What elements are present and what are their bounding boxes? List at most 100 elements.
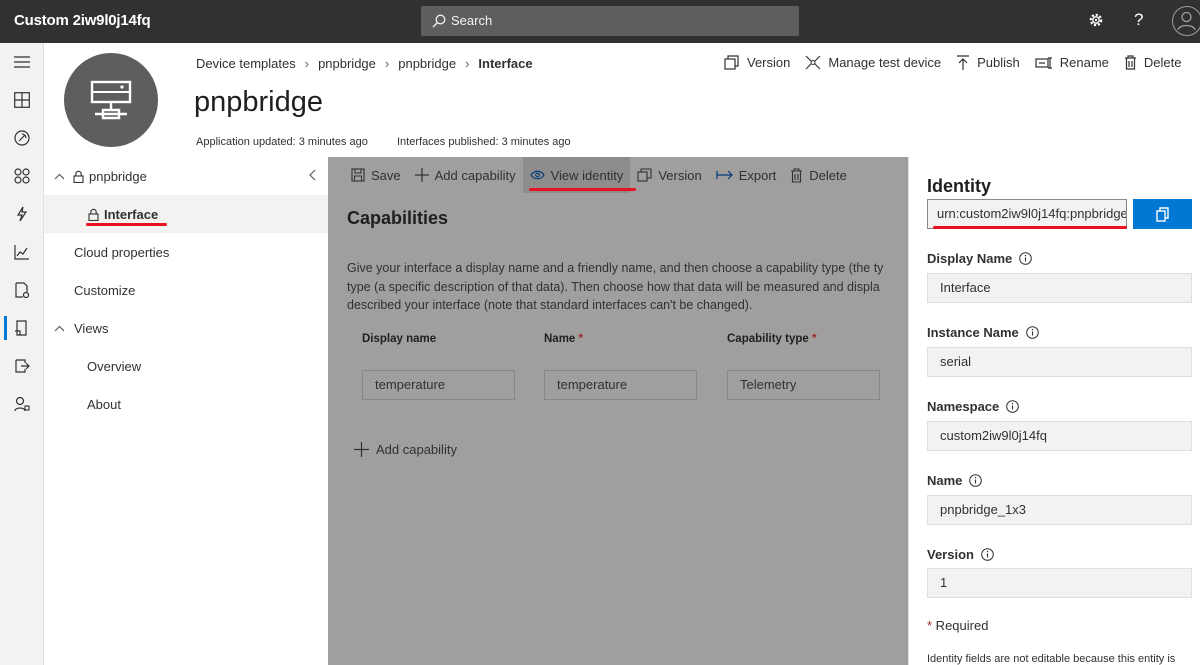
tree-item-overview[interactable]: Overview xyxy=(44,347,328,385)
tree-item-pnpbridge[interactable]: pnpbridge xyxy=(44,157,328,195)
capabilities-description: Give your interface a display name and a… xyxy=(347,261,884,312)
name-field[interactable]: pnpbridge_1x3 xyxy=(927,495,1192,525)
network-icon xyxy=(805,55,821,70)
highlight-underline xyxy=(86,223,167,226)
instance-name-label: Instance Name xyxy=(927,325,1039,340)
search-box[interactable]: Search xyxy=(421,6,799,36)
tree-item-customize[interactable]: Customize xyxy=(44,271,328,309)
tree-item-about[interactable]: About xyxy=(44,385,328,423)
instance-name-field[interactable]: serial xyxy=(927,347,1192,377)
delete-button[interactable]: Delete xyxy=(1124,55,1181,70)
device-templates-icon[interactable] xyxy=(0,309,44,347)
add-capability-button[interactable]: Add capability xyxy=(354,442,457,457)
export-button[interactable]: Export xyxy=(709,157,784,193)
gear-icon[interactable] xyxy=(1088,12,1104,28)
version-button[interactable]: Version xyxy=(724,55,790,70)
identity-urn-field[interactable]: urn:custom2iw9l0j14fq:pnpbridge_1x3:seri… xyxy=(927,199,1127,229)
chevron-right-icon: › xyxy=(384,56,390,71)
header-actions: Version Manage test device Publish Renam… xyxy=(724,55,1196,70)
rules-icon[interactable] xyxy=(0,195,44,233)
analytics-icon[interactable] xyxy=(0,233,44,271)
devices-icon[interactable] xyxy=(0,119,44,157)
jobs-icon[interactable] xyxy=(0,271,44,309)
version-label: Version xyxy=(927,547,994,562)
plus-icon xyxy=(414,168,429,182)
search-icon xyxy=(432,14,446,28)
eye-icon xyxy=(529,170,545,180)
tree-item-label: Interface xyxy=(104,206,159,222)
copy-icon xyxy=(1155,206,1170,222)
hamburger-icon[interactable] xyxy=(0,43,44,81)
version-field[interactable]: 1 xyxy=(927,568,1192,598)
name-label: Name xyxy=(927,473,983,488)
add-capability-toolbar-button[interactable]: Add capability xyxy=(408,157,523,193)
capabilities-editor: Save Add capability View identity Versio… xyxy=(328,157,908,665)
display-name-field[interactable]: Interface xyxy=(927,273,1192,303)
tree-item-label: pnpbridge xyxy=(89,168,147,184)
chevron-left-icon[interactable] xyxy=(309,169,316,181)
search-label: Search xyxy=(451,13,493,28)
publish-button[interactable]: Publish xyxy=(956,55,1020,70)
identity-panel: Identity urn:custom2iw9l0j14fq:pnpbridge… xyxy=(908,157,1200,665)
chevron-up-icon[interactable] xyxy=(54,173,65,180)
tree-item-interface[interactable]: Interface xyxy=(44,195,328,233)
breadcrumb-capability-model[interactable]: pnpbridge xyxy=(398,56,456,71)
capabilities-heading: Capabilities xyxy=(347,208,449,228)
capability-type-select[interactable]: Telemetry xyxy=(727,370,880,400)
chevron-right-icon: › xyxy=(304,56,310,71)
namespace-field[interactable]: custom2iw9l0j14fq xyxy=(927,421,1192,451)
export-arrow-icon xyxy=(716,170,733,180)
publish-icon xyxy=(956,55,970,70)
view-identity-button[interactable]: View identity xyxy=(522,157,636,193)
tree-item-cloud-properties[interactable]: Cloud properties xyxy=(44,233,328,271)
highlight-underline xyxy=(528,188,636,191)
display-name-label: Display Name xyxy=(927,251,1033,266)
app-title[interactable]: Custom 2iw9l0j14fq xyxy=(14,12,151,29)
name-input[interactable]: temperature xyxy=(544,370,697,400)
save-button[interactable]: Save xyxy=(328,157,408,193)
administration-icon[interactable] xyxy=(0,385,44,423)
plus-icon xyxy=(354,442,369,457)
avatar[interactable] xyxy=(1172,6,1200,36)
help-icon[interactable]: ? xyxy=(1134,10,1143,30)
highlight-underline xyxy=(933,226,1127,229)
template-tree: pnpbridge Interface Cloud properties Cus… xyxy=(44,157,328,665)
info-icon[interactable] xyxy=(981,548,994,561)
column-header-display-name: Display name xyxy=(362,333,437,345)
chevron-up-icon[interactable] xyxy=(54,325,65,332)
lock-icon xyxy=(88,208,99,221)
trash-icon xyxy=(1124,55,1137,70)
chevron-right-icon: › xyxy=(465,56,470,71)
info-icon[interactable] xyxy=(969,474,983,487)
delete-toolbar-button[interactable]: Delete xyxy=(783,157,854,193)
app-updated-text: Application updated: 3 minutes ago xyxy=(196,136,368,148)
data-export-icon[interactable] xyxy=(0,347,44,385)
version-toolbar-button[interactable]: Version xyxy=(630,157,708,193)
display-name-input[interactable]: temperature xyxy=(362,370,515,400)
device-groups-icon[interactable] xyxy=(0,157,44,195)
breadcrumb: Device templates › pnpbridge › pnpbridge… xyxy=(196,56,533,71)
rename-icon xyxy=(1035,56,1053,69)
not-editable-note: Identity fields are not editable because… xyxy=(927,653,1176,665)
trash-icon xyxy=(790,167,803,183)
left-rail xyxy=(0,43,44,665)
version-icon xyxy=(724,55,740,70)
manage-test-device-button[interactable]: Manage test device xyxy=(805,55,941,70)
tree-item-views[interactable]: Views xyxy=(44,309,328,347)
interface-toolbar: Save Add capability View identity Versio… xyxy=(328,157,908,193)
breadcrumb-device-templates[interactable]: Device templates xyxy=(196,56,296,71)
top-bar: Custom 2iw9l0j14fq Search ? xyxy=(0,0,1200,43)
breadcrumb-current: Interface xyxy=(478,56,533,71)
dashboard-icon[interactable] xyxy=(0,81,44,119)
column-header-capability-type: Capability type * xyxy=(727,333,817,345)
breadcrumb-template[interactable]: pnpbridge xyxy=(318,56,376,71)
identity-title: Identity xyxy=(927,176,992,196)
copy-button[interactable] xyxy=(1133,199,1192,229)
info-icon[interactable] xyxy=(1025,326,1039,339)
rename-button[interactable]: Rename xyxy=(1035,55,1109,70)
column-header-name: Name * xyxy=(544,333,584,345)
namespace-label: Namespace xyxy=(927,399,1020,414)
info-icon[interactable] xyxy=(1019,252,1033,265)
lock-icon xyxy=(73,170,84,183)
info-icon[interactable] xyxy=(1006,400,1020,413)
